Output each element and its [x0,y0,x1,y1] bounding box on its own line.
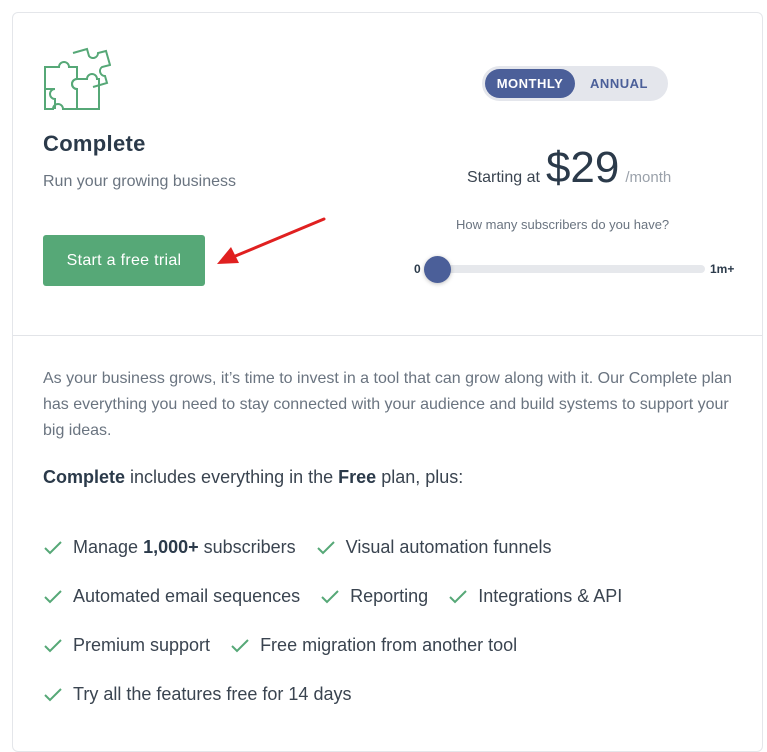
price-period: /month [625,169,672,186]
puzzle-pieces-icon [44,47,111,110]
feature-item-visual-automation: Visual automation funnels [316,537,552,558]
feature-item-premium-support: Premium support [43,635,210,656]
feature-label: Reporting [350,586,429,606]
checkmark-icon [44,638,62,652]
feature-label: Manage 1,000+ subscribers [73,537,296,557]
billing-toggle: MONTHLY ANNUAL [482,66,668,101]
feature-label: Visual automation funnels [345,537,552,557]
checkmark-icon [231,638,249,652]
start-free-trial-button[interactable]: Start a free trial [43,235,205,286]
feature-label: Free migration from another tool [260,635,518,655]
feature-label: Automated email sequences [73,586,301,606]
subscribers-slider-track[interactable] [425,265,705,273]
plan-tagline: Run your growing business [43,173,236,190]
toggle-annual[interactable]: ANNUAL [575,69,663,98]
feature-row: Try all the features free for 14 days [43,670,743,719]
feature-item-free-migration: Free migration from another tool [230,635,517,656]
checkmark-icon [44,687,62,701]
feature-item-free-trial: Try all the features free for 14 days [43,684,351,705]
checkmark-icon [449,589,467,603]
checkmark-icon [44,540,62,554]
feature-item-automated-email: Automated email sequences [43,586,300,607]
price-display: Starting at $29 /month [467,143,671,193]
feature-item-subscribers: Manage 1,000+ subscribers [43,537,296,558]
pricing-card: Complete Run your growing business Start… [12,12,763,752]
feature-row: Automated email sequences Reporting Inte… [43,572,743,621]
red-arrow-icon [217,217,326,264]
checkmark-icon [44,589,62,603]
plan-description: As your business grows, it’s time to inv… [43,370,732,439]
feature-list: Manage 1,000+ subscribers Visual automat… [43,523,743,719]
subscribers-slider-thumb[interactable] [424,256,451,283]
subscribers-question: How many subscribers do you have? [456,217,670,232]
feature-label: Try all the features free for 14 days [73,684,352,704]
checkmark-icon [321,589,339,603]
includes-plan-name: Complete [43,467,126,487]
feature-item-reporting: Reporting [320,586,428,607]
feature-row: Manage 1,000+ subscribers Visual automat… [43,523,743,572]
slider-max-label: 1m+ [710,262,735,276]
feature-label: Integrations & API [478,586,623,606]
includes-end-text: plan, plus: [376,467,464,487]
toggle-monthly[interactable]: MONTHLY [485,69,575,98]
includes-middle-text: includes everything in the [125,467,339,487]
slider-min-label: 0 [414,262,421,276]
checkmark-icon [316,540,335,554]
includes-free-plan-name: Free [338,467,377,487]
price-amount: $29 [545,143,620,192]
plan-header: Complete Run your growing business Start… [13,13,762,335]
feature-row: Premium support Free migration from anot… [43,621,743,670]
section-divider [13,335,762,336]
includes-heading: Complete includes everything in the Free… [43,467,463,488]
feature-label: Premium support [73,635,211,655]
feature-item-integrations: Integrations & API [448,586,622,607]
price-prefix: Starting at [467,169,540,186]
plan-title: Complete [43,131,146,156]
